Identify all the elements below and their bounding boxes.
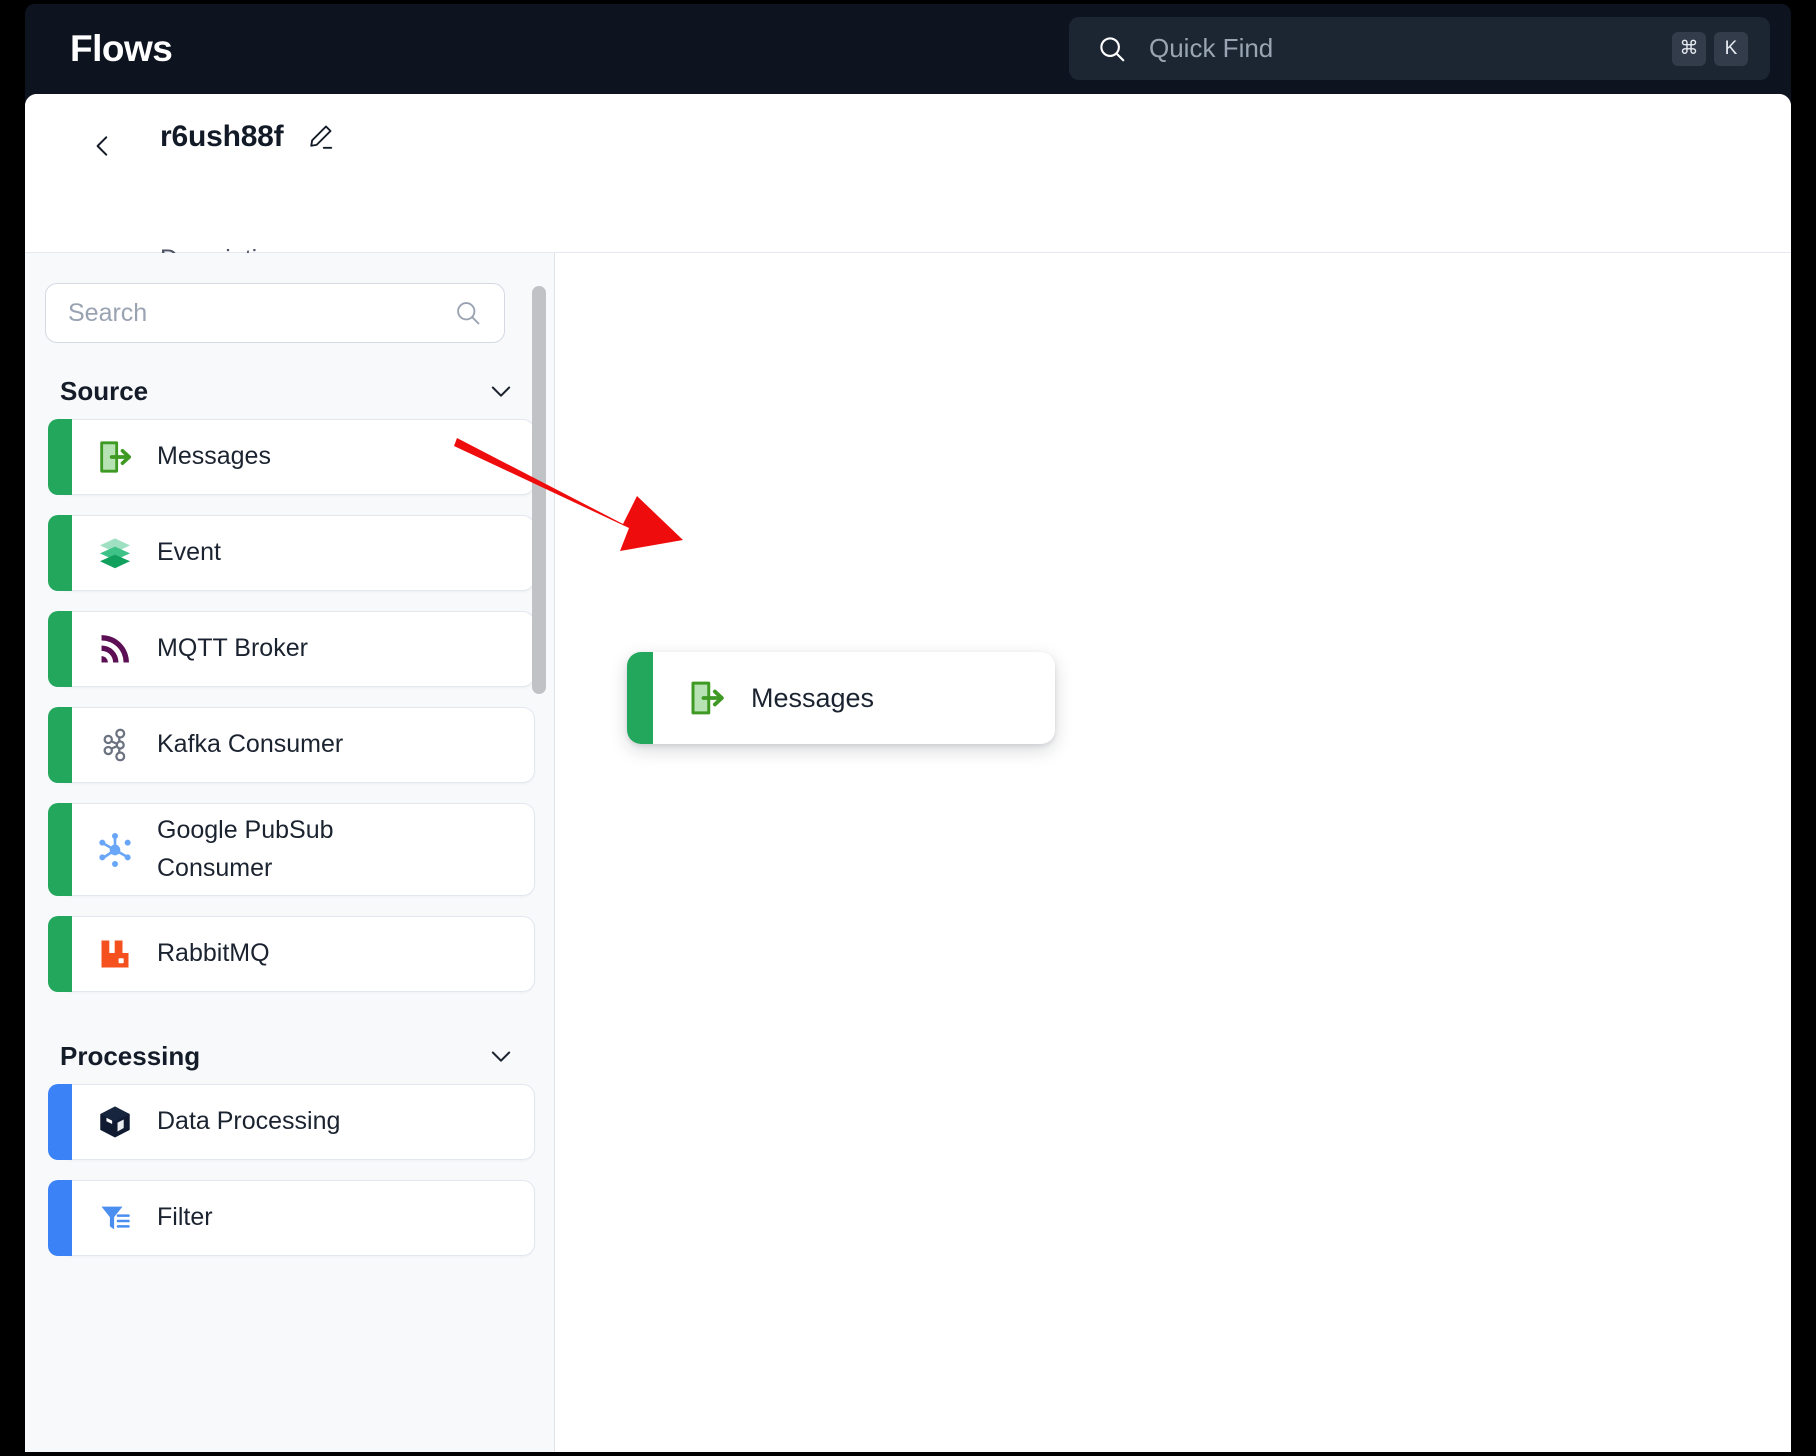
accent-bar — [48, 419, 72, 495]
app-window: Flows Quick Find ⌘ K r6ush88f Search Sou… — [25, 4, 1791, 1452]
section-title: Source — [60, 375, 149, 406]
palette-item-label: Kafka Consumer — [157, 730, 344, 759]
content-card: r6ush88f Description — [25, 94, 1791, 1452]
k-key-badge: K — [1714, 31, 1748, 66]
palette-item-mqtt-broker[interactable]: MQTT Broker — [48, 611, 535, 687]
pencil-icon[interactable] — [305, 122, 335, 152]
flow-canvas[interactable]: Messages — [555, 253, 1791, 1452]
sidebar-scrollbar-track[interactable] — [532, 253, 546, 1452]
accent-bar — [48, 1084, 72, 1160]
palette-list-processing: Data Processing Filter — [25, 1084, 554, 1256]
accent-bar — [48, 803, 72, 896]
palette-item-label: RabbitMQ — [157, 939, 270, 968]
messages-export-icon — [685, 676, 729, 720]
accent-bar — [48, 707, 72, 783]
section-header-source[interactable]: Source — [25, 363, 554, 419]
palette-item-messages[interactable]: Messages — [48, 419, 535, 495]
palette-item-kafka-consumer[interactable]: Kafka Consumer — [48, 707, 535, 783]
mqtt-signal-icon — [93, 627, 137, 671]
flow-title-row: r6ush88f — [160, 120, 335, 154]
flow-body: Source — [25, 253, 1791, 1452]
google-pubsub-icon — [93, 828, 137, 872]
section-title: Processing — [60, 1040, 201, 1071]
quick-find-placeholder: Quick Find — [1149, 33, 1274, 63]
cube-icon — [93, 1100, 137, 1144]
accent-bar — [48, 1180, 72, 1256]
palette-item-label: Data Processing — [157, 1107, 341, 1136]
palette-item-rabbitmq[interactable]: RabbitMQ — [48, 916, 535, 992]
rabbitmq-icon — [93, 932, 137, 976]
flow-header: r6ush88f Description — [25, 94, 1791, 273]
palette-item-label: Messages — [157, 442, 271, 471]
flow-node-label: Messages — [751, 682, 875, 713]
command-key-badge: ⌘ — [1672, 31, 1706, 66]
palette-item-label: Google PubSub Consumer — [157, 816, 334, 882]
palette-item-label: Filter — [157, 1203, 213, 1232]
palette-section-processing: Processing Data Processing Filter — [25, 1028, 554, 1256]
palette-search — [45, 283, 505, 343]
palette-item-label: Event — [157, 538, 221, 567]
palette-item-google-pubsub-consumer[interactable]: Google PubSub Consumer — [48, 803, 535, 896]
sidebar-scrollbar-thumb[interactable] — [532, 286, 546, 694]
layers-icon — [93, 531, 137, 575]
palette-scroll-region: Source Messages Event MQTT Broker Kafka … — [25, 363, 554, 1452]
quick-find-shortcut: ⌘ K — [1672, 31, 1748, 66]
kafka-nodes-icon — [93, 723, 137, 767]
search-box[interactable] — [45, 283, 505, 343]
palette-list-source: Messages Event MQTT Broker Kafka Consume… — [25, 419, 554, 992]
palette-sidebar: Source — [25, 253, 555, 1452]
palette-item-data-processing[interactable]: Data Processing — [48, 1084, 535, 1160]
accent-bar — [48, 916, 72, 992]
messages-export-icon — [93, 435, 137, 479]
palette-item-filter[interactable]: Filter — [48, 1180, 535, 1256]
palette-item-event[interactable]: Event — [48, 515, 535, 591]
search-icon[interactable] — [454, 299, 482, 327]
app-brand: Flows — [70, 28, 173, 69]
quick-find-bar[interactable]: Quick Find ⌘ K — [1069, 17, 1770, 80]
accent-bar — [48, 515, 72, 591]
search-input[interactable] — [68, 298, 454, 328]
search-icon — [1097, 34, 1127, 64]
back-button[interactable] — [85, 128, 121, 164]
top-bar: Flows Quick Find ⌘ K — [25, 4, 1791, 94]
page-title: r6ush88f — [160, 120, 284, 153]
accent-bar — [627, 652, 653, 744]
chevron-down-icon[interactable] — [487, 1042, 515, 1070]
section-header-processing[interactable]: Processing — [25, 1028, 554, 1084]
palette-section-source: Source Messages Event MQTT Broker Kafka … — [25, 363, 554, 992]
chevron-down-icon[interactable] — [487, 377, 515, 405]
palette-item-label: MQTT Broker — [157, 634, 308, 663]
funnel-icon — [93, 1196, 137, 1240]
accent-bar — [48, 611, 72, 687]
flow-node-messages[interactable]: Messages — [627, 652, 1055, 744]
